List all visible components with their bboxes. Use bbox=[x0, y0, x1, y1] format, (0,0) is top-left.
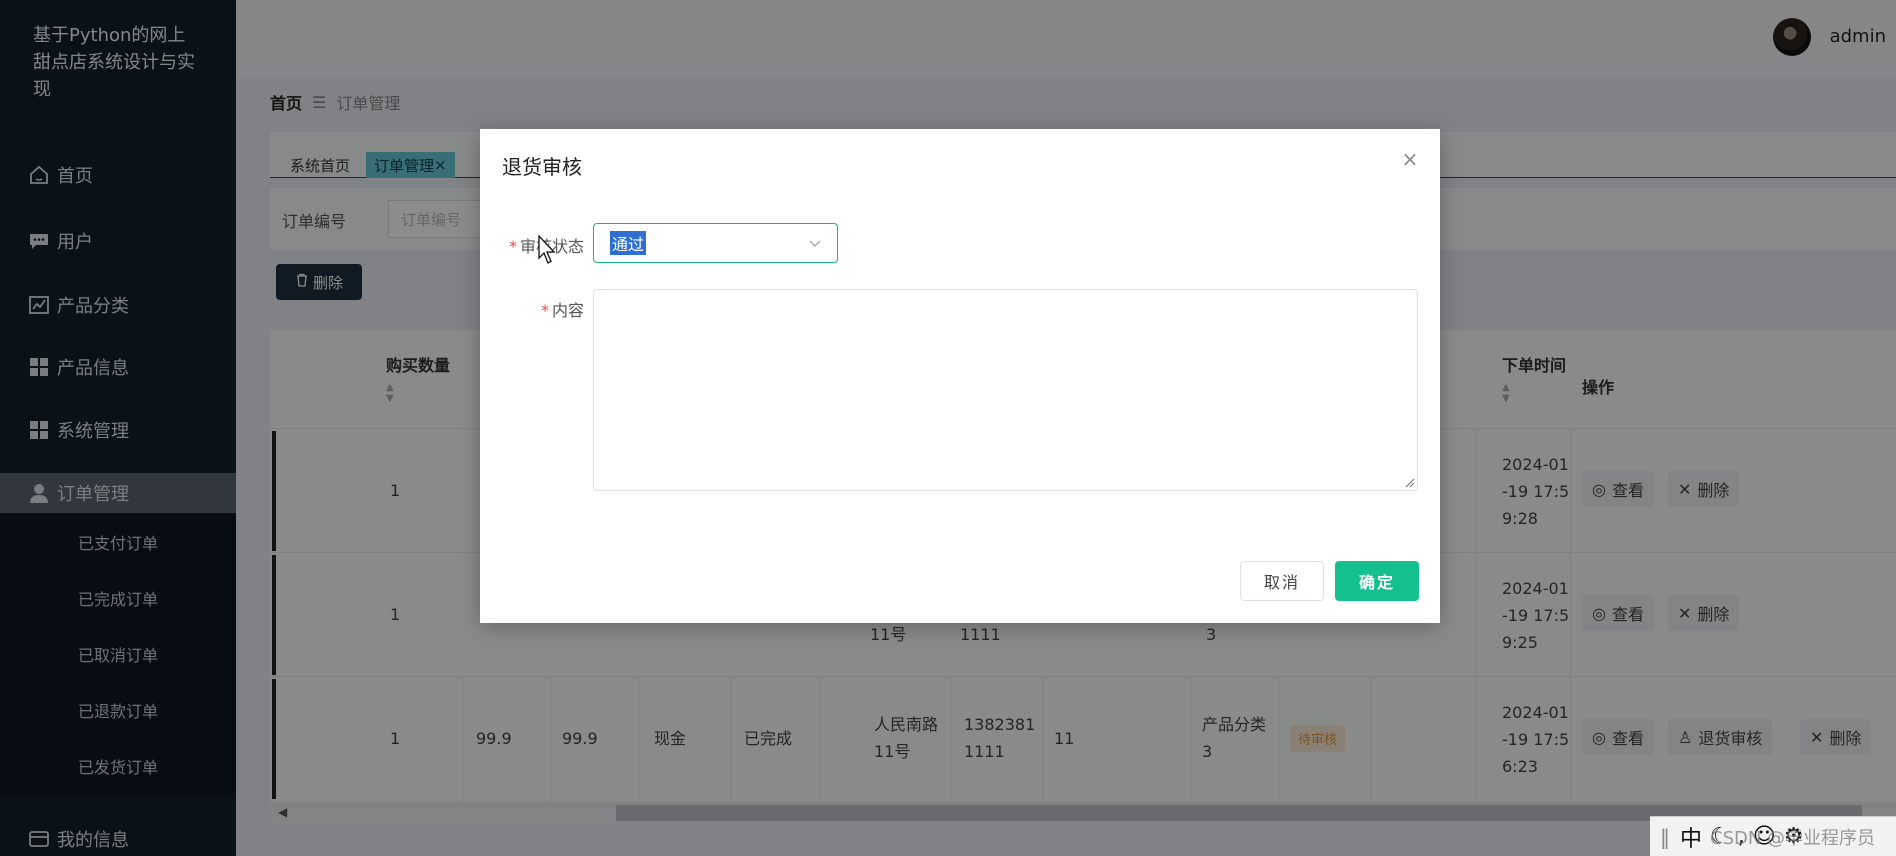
return-review-dialog: 退货审核 × * 审核状态 通过 * 内容 取消 确定 bbox=[480, 129, 1440, 623]
required-mark: * bbox=[540, 301, 549, 320]
ime-mode[interactable]: 中 bbox=[1680, 821, 1702, 853]
chevron-down-icon bbox=[809, 240, 821, 247]
drag-handle-icon[interactable]: ‖ bbox=[1660, 825, 1672, 849]
required-mark: * bbox=[508, 237, 517, 256]
close-icon[interactable]: × bbox=[1400, 147, 1420, 171]
dialog-title: 退货审核 bbox=[502, 155, 582, 179]
confirm-button[interactable]: 确定 bbox=[1335, 561, 1419, 601]
review-status-select[interactable]: 通过 bbox=[593, 223, 838, 263]
select-value: 通过 bbox=[610, 231, 647, 255]
cancel-button[interactable]: 取消 bbox=[1240, 561, 1324, 601]
content-label-text: 内容 bbox=[551, 301, 584, 320]
content-field-label: * 内容 bbox=[504, 297, 584, 321]
content-textarea[interactable] bbox=[593, 289, 1418, 491]
mouse-cursor-icon bbox=[538, 234, 556, 264]
watermark: CSDN @毕业程序员 bbox=[1710, 828, 1876, 849]
resize-handle-icon[interactable] bbox=[1403, 476, 1415, 488]
